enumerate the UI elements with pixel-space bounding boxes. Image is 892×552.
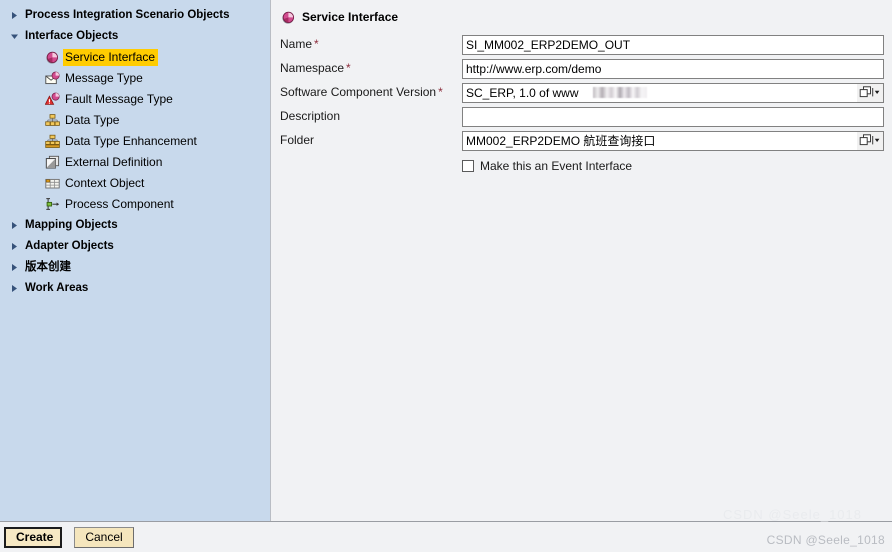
page-title-label: Service Interface [302,10,399,24]
watermark: CSDN @Seele_1018 [766,533,885,547]
triangle-right-icon[interactable] [8,219,21,232]
form-row-software-component-version: Software Component Version * [280,81,884,104]
namespace-input[interactable] [462,58,884,79]
sidebar-item-label: Process Integration Scenario Objects [25,9,230,21]
form-row-folder: Folder [280,129,884,152]
sidebar-item-message-type[interactable]: Message Type [0,68,270,89]
sidebar-item-label: Work Areas [25,282,89,294]
sidebar-item-process-integration-scenario-objects[interactable]: Process Integration Scenario Objects [0,5,270,26]
sidebar-item-label: Adapter Objects [25,240,114,252]
sidebar-item-interface-objects[interactable]: Interface Objects [0,26,270,47]
triangle-right-icon[interactable] [8,282,21,295]
event-interface-checkbox[interactable] [462,160,474,172]
page-title: Service Interface [271,0,892,25]
form-row-description: Description [280,105,884,128]
triangle-down-icon[interactable] [8,30,21,43]
data-type-icon [44,113,60,129]
service-interface-icon [280,9,296,25]
description-input[interactable] [462,106,884,127]
dialog-button-bar: Create Cancel CSDN @Seele_1018 CSDN @See… [0,507,892,552]
data-type-enhancement-icon [44,134,60,150]
sidebar-item-label: External Definition [65,155,163,169]
triangle-right-icon[interactable] [8,240,21,253]
context-object-icon [44,176,60,192]
namespace-label-text: Namespace [280,61,345,75]
service-interface-create-dialog: Process Integration Scenario Objects Int… [0,0,892,552]
event-interface-checkbox-label: Make this an Event Interface [480,159,633,173]
sidebar-item-work-areas[interactable]: Work Areas [0,278,270,299]
namespace-field-wrap [462,58,884,79]
description-field-wrap [462,106,884,127]
folder-label: Folder [280,133,462,148]
fault-message-type-icon [44,92,60,108]
sidebar-item-context-object[interactable]: Context Object [0,173,270,194]
sidebar-item-mapping-objects[interactable]: Mapping Objects [0,215,270,236]
sidebar-item-label: Data Type Enhancement [65,134,197,148]
description-label: Description [280,109,462,124]
detail-pane: Service Interface Name* Namespace* [270,0,892,521]
form-row-namespace: Namespace * [280,57,884,80]
namespace-label: Namespace * [280,61,462,76]
sidebar-item-label: Data Type [65,113,120,127]
required-marker: * [314,37,319,51]
folder-value-help-button[interactable] [857,131,883,150]
service-interface-icon [44,50,60,66]
triangle-right-icon[interactable] [8,9,21,22]
sidebar-item-label: Fault Message Type [65,92,173,106]
software-component-version-value-help-button[interactable] [857,83,883,102]
sidebar-item-fault-message-type[interactable]: Fault Message Type [0,89,270,110]
required-marker: * [438,85,443,99]
form-row-name: Name * [280,33,884,56]
sidebar-item-service-interface[interactable]: Service Interface [0,47,270,68]
software-component-version-label-text: Software Component Version [280,85,437,99]
folder-input[interactable] [462,130,884,151]
sidebar-item-data-type[interactable]: Data Type [0,110,270,131]
sidebar-item-label: Mapping Objects [25,219,118,231]
software-component-version-label: Software Component Version * [280,85,462,100]
required-marker: * [346,61,351,75]
sidebar-item-adapter-objects[interactable]: Adapter Objects [0,236,270,257]
object-tree-sidebar: Process Integration Scenario Objects Int… [0,0,270,521]
create-button[interactable]: Create [4,527,62,548]
event-interface-checkbox-row: Make this an Event Interface [280,159,884,173]
folder-field-wrap [462,130,884,151]
folder-label-text: Folder [280,133,315,147]
sidebar-item-process-component[interactable]: Process Component [0,194,270,215]
sidebar-item-label: Process Component [65,197,174,211]
name-label: Name * [280,37,462,52]
sidebar-item-version-creation[interactable]: 版本创建 [0,257,270,278]
sidebar-item-label: Message Type [65,71,143,85]
sidebar-item-label: 版本创建 [25,261,71,273]
name-field-wrap [462,34,884,55]
software-component-version-field-wrap [462,82,884,103]
service-interface-form: Name* Namespace* Software Component Vers… [280,33,884,173]
message-type-icon [44,71,60,87]
name-label-text: Name [280,37,313,51]
description-label-text: Description [280,109,341,123]
software-component-version-input[interactable] [462,82,884,103]
sidebar-item-external-definition[interactable]: External Definition [0,152,270,173]
cancel-button[interactable]: Cancel [74,527,134,548]
sidebar-item-label: Interface Objects [25,30,119,42]
external-definition-icon [44,155,60,171]
sidebar-item-data-type-enhancement[interactable]: Data Type Enhancement [0,131,270,152]
sidebar-item-label: Service Interface [63,49,159,66]
process-component-icon [44,197,60,213]
watermark-ghost: CSDN @Seele_1018 [722,507,862,522]
name-input[interactable] [462,34,884,55]
triangle-right-icon[interactable] [8,261,21,274]
sidebar-item-label: Context Object [65,176,145,190]
